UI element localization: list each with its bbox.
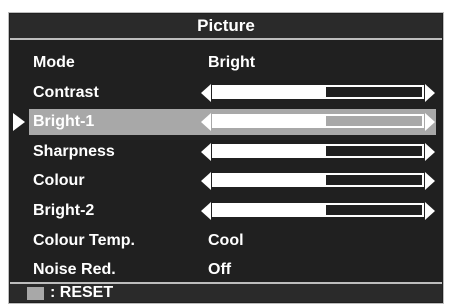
- menu-item-contrast[interactable]: Contrast: [9, 78, 443, 108]
- triangle-left-icon[interactable]: [201, 142, 211, 161]
- menu-item-noise-red[interactable]: Noise Red. Off: [9, 255, 443, 285]
- reset-label: : RESET: [50, 284, 114, 301]
- menu-item-value[interactable]: Off: [208, 255, 231, 284]
- triangle-left-icon[interactable]: [201, 83, 211, 102]
- triangle-right-icon[interactable]: [425, 142, 435, 161]
- menu-item-label: Mode: [33, 54, 75, 71]
- bright-1-slider[interactable]: [201, 112, 435, 132]
- slider-track[interactable]: [212, 202, 424, 217]
- menu-item-label: Colour Temp.: [33, 231, 135, 249]
- menu-item-bright-2[interactable]: Bright-2: [9, 196, 443, 226]
- menu-item-colour-temp[interactable]: Colour Temp. Cool: [9, 226, 443, 256]
- slider-track[interactable]: [212, 84, 424, 99]
- slider-fill: [214, 86, 327, 97]
- footer-bar: : RESET: [10, 282, 442, 302]
- triangle-left-icon[interactable]: [201, 113, 211, 132]
- bright-2-slider[interactable]: [201, 201, 435, 221]
- slider-track[interactable]: [212, 114, 424, 129]
- menu-item-bright-1[interactable]: Bright-1: [9, 107, 443, 137]
- menu-item-label: Colour: [33, 172, 85, 190]
- menu-list: Mode Bright Contrast Bright-1 Sharpness Colou…: [9, 48, 443, 285]
- triangle-left-icon[interactable]: [201, 172, 211, 191]
- menu-item-colour[interactable]: Colour: [9, 166, 443, 196]
- picture-osd-menu: Picture Mode Bright Contrast Bright-1 Sharpn…: [8, 12, 444, 304]
- triangle-right-icon[interactable]: [425, 172, 435, 191]
- slider-fill: [214, 175, 327, 186]
- menu-item-mode[interactable]: Mode Bright: [9, 48, 443, 78]
- menu-item-label: Sharpness: [33, 142, 115, 160]
- menu-item-label: Bright-1: [33, 113, 95, 131]
- sharpness-slider[interactable]: [201, 142, 435, 162]
- triangle-right-icon[interactable]: [425, 201, 435, 220]
- triangle-right-icon[interactable]: [425, 113, 435, 132]
- triangle-right-icon[interactable]: [425, 83, 435, 102]
- menu-item-value[interactable]: Bright: [208, 48, 255, 77]
- selection-cursor-icon: [13, 113, 25, 132]
- menu-item-label: Contrast: [33, 83, 99, 101]
- slider-fill: [214, 116, 327, 127]
- menu-item-sharpness[interactable]: Sharpness: [9, 137, 443, 167]
- menu-item-value[interactable]: Cool: [208, 226, 244, 255]
- triangle-left-icon[interactable]: [201, 201, 211, 220]
- slider-fill: [214, 145, 327, 156]
- menu-title: Picture: [10, 14, 442, 40]
- menu-item-label: Noise Red.: [33, 261, 116, 279]
- contrast-slider[interactable]: [201, 83, 435, 103]
- slider-track[interactable]: [212, 143, 424, 158]
- colour-slider[interactable]: [201, 171, 435, 191]
- reset-color-key-icon[interactable]: [27, 287, 44, 300]
- menu-item-label: Bright-2: [33, 201, 95, 219]
- slider-fill: [214, 204, 327, 215]
- slider-track[interactable]: [212, 173, 424, 188]
